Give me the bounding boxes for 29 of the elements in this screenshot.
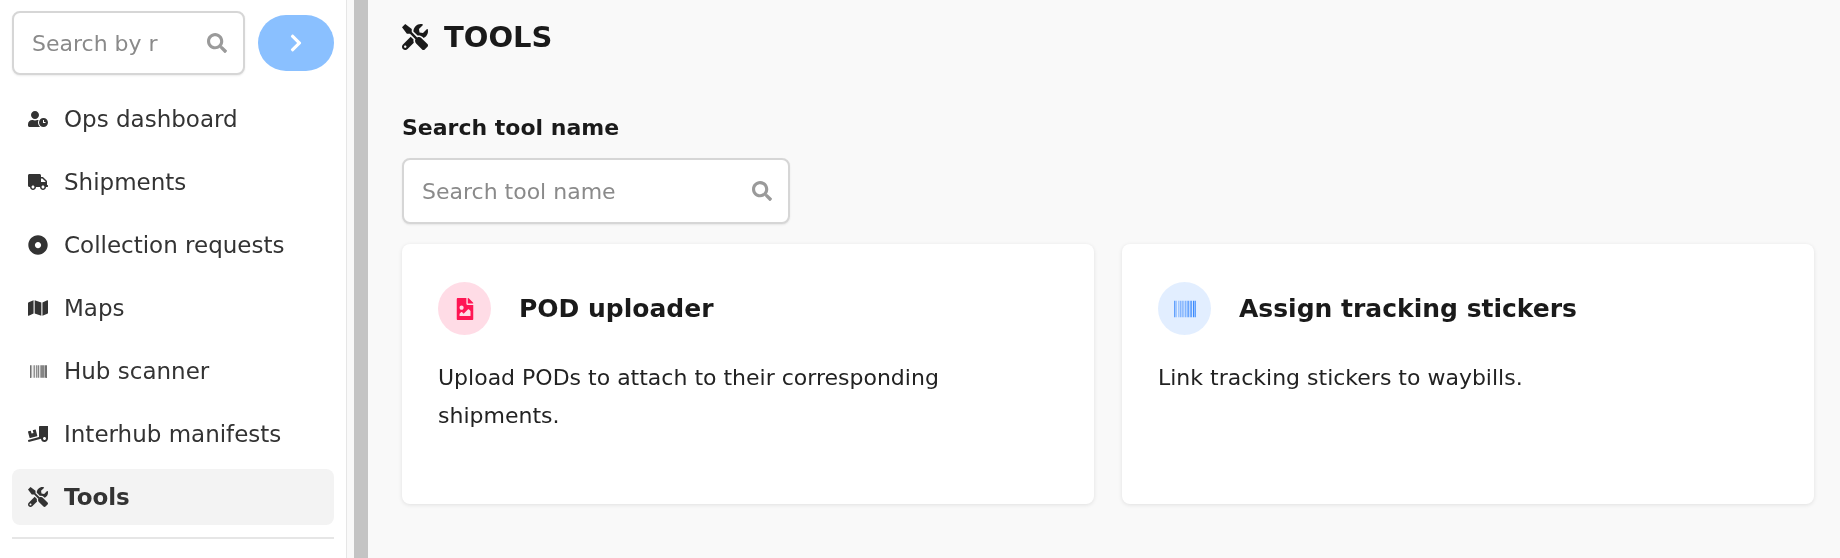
card-description: Upload PODs to attach to their corresponding shipments. bbox=[438, 364, 940, 430]
sidebar-item[interactable]: Collection requests bbox=[12, 217, 334, 273]
search-field[interactable]: Search by r bbox=[12, 11, 245, 75]
sidebar-item[interactable]: Interhub manifests bbox=[12, 406, 334, 462]
user-clock-icon bbox=[28, 109, 48, 129]
truck-icon bbox=[28, 172, 48, 192]
search-field[interactable]: Search tool name bbox=[402, 158, 790, 224]
sidebar-item[interactable]: Ops dashboard bbox=[12, 91, 334, 147]
search-icon bbox=[207, 33, 227, 53]
barcode-icon bbox=[29, 362, 47, 380]
sidebar-item[interactable]: Shipments bbox=[12, 154, 334, 210]
target-icon bbox=[28, 235, 48, 255]
card-title: POD uploader bbox=[519, 294, 714, 323]
map-icon bbox=[28, 298, 48, 318]
splitter-bar[interactable] bbox=[354, 0, 368, 558]
tools-icon bbox=[28, 487, 48, 507]
tool-card[interactable]: Assign tracking stickers Link tracking stickers to waybills. bbox=[1122, 244, 1814, 504]
go-button[interactable] bbox=[258, 15, 334, 71]
tools-icon bbox=[402, 24, 428, 50]
page-title: TOOLS bbox=[444, 20, 553, 54]
search-icon bbox=[752, 181, 772, 201]
tool-card[interactable]: POD uploader Upload PODs to attach to their corresponding shipments. bbox=[402, 244, 1094, 504]
sidebar-item[interactable]: Tools bbox=[12, 469, 334, 525]
sidebar-item[interactable]: Maps bbox=[12, 280, 334, 336]
truck-loading-icon bbox=[28, 424, 48, 444]
card-description: Link tracking stickers to waybills. bbox=[1158, 364, 1524, 392]
sidebar-item[interactable]: Hub scanner bbox=[12, 343, 334, 399]
card-title: Assign tracking stickers bbox=[1239, 294, 1577, 323]
field-label: Search tool name bbox=[402, 115, 621, 140]
